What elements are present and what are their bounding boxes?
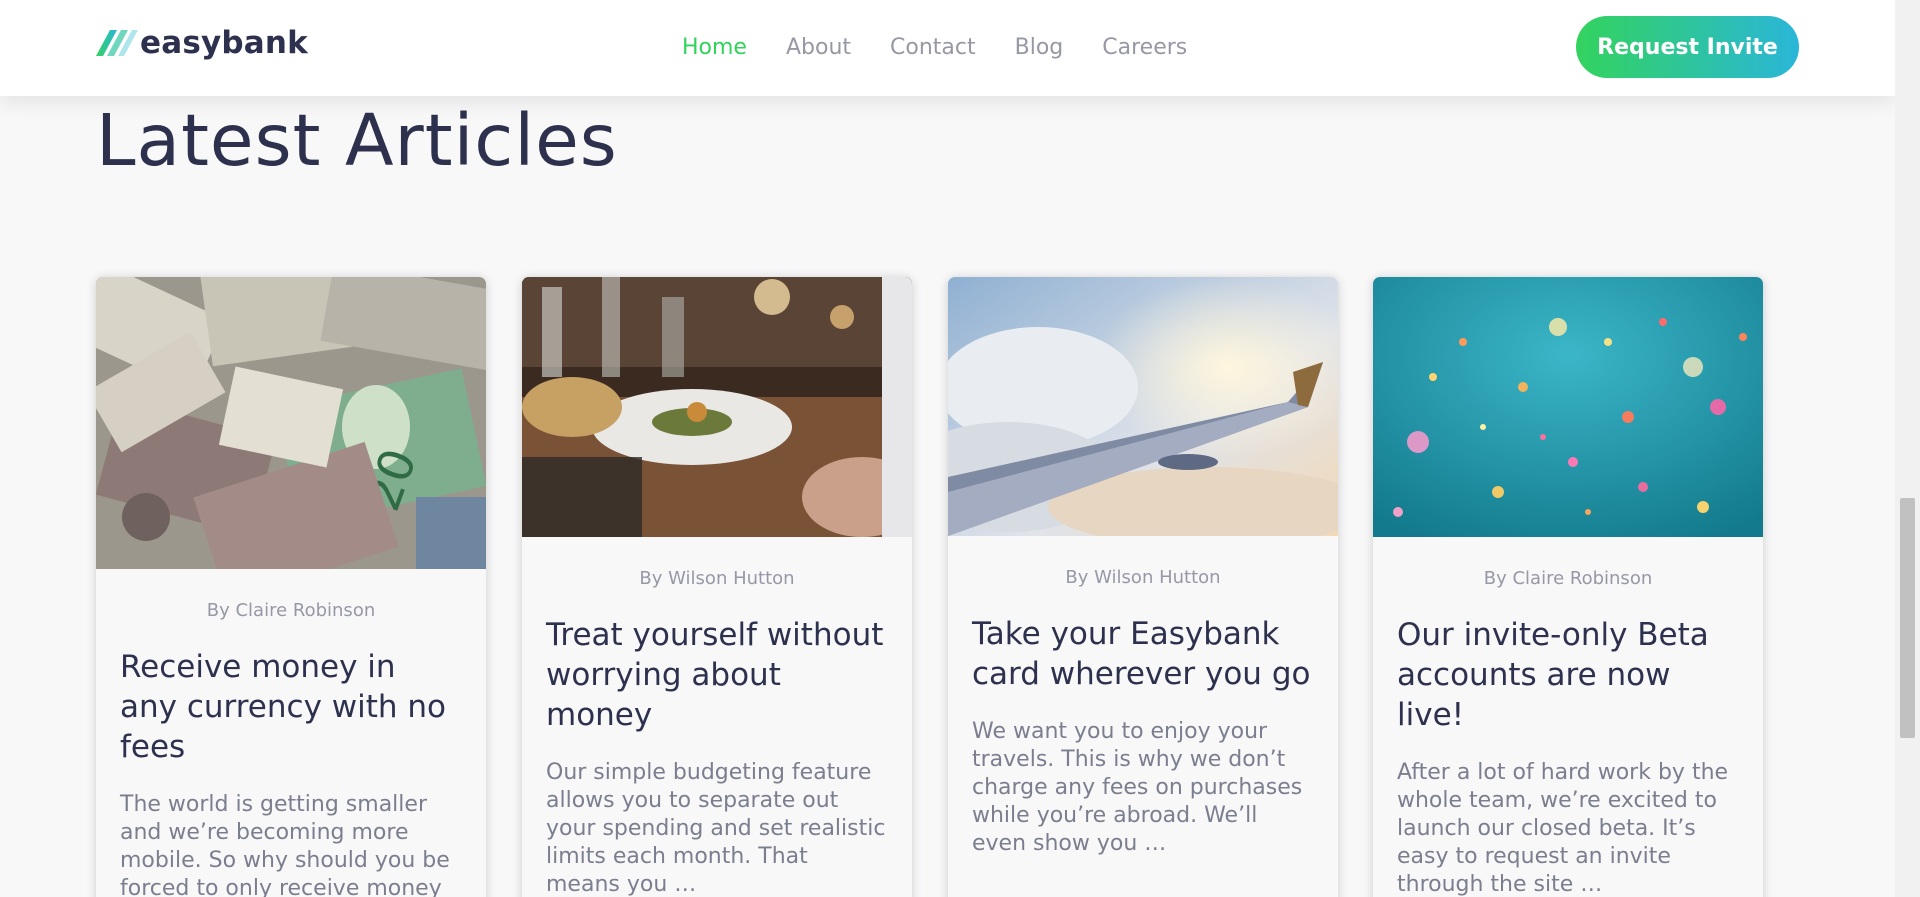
currency-photo: 20 (96, 277, 486, 569)
confetti-photo (1373, 277, 1763, 537)
card-author: By Claire Robinson (1483, 568, 1653, 589)
card-author: By Wilson Hutton (1065, 567, 1221, 588)
card-title[interactable]: Our invite-only Beta accounts are now li… (1397, 615, 1739, 735)
card-excerpt: After a lot of hard work by the whole te… (1397, 760, 1729, 897)
plane-photo (948, 277, 1338, 536)
section-title: Latest Articles (96, 99, 618, 182)
nav-link-careers[interactable]: Careers (1102, 33, 1187, 63)
easybank-logo-icon (96, 30, 138, 56)
card-author: By Wilson Hutton (639, 568, 795, 589)
card-excerpt: We want you to enjoy your travels. This … (972, 719, 1303, 856)
restaurant-photo (522, 277, 912, 537)
vertical-scrollbar[interactable] (1895, 0, 1920, 897)
card-title[interactable]: Take your Easybank card wherever you go (972, 614, 1314, 694)
article-card[interactable]: By Wilson Hutton Treat yourself without … (522, 277, 912, 897)
card-body: By Wilson Hutton Take your Easybank card… (948, 566, 1338, 858)
card-excerpt: Our simple budgeting feature allows you … (546, 760, 886, 897)
article-card[interactable]: By Wilson Hutton Take your Easybank card… (948, 277, 1338, 897)
site-header: easybank Home About Contact Blog Careers… (0, 0, 1895, 96)
nav-link-contact[interactable]: Contact (890, 33, 976, 63)
card-body: By Wilson Hutton Treat yourself without … (522, 567, 912, 897)
article-card[interactable]: By Claire Robinson Our invite-only Beta … (1373, 277, 1763, 897)
card-excerpt: The world is getting smaller and we’re b… (120, 792, 450, 897)
card-body: By Claire Robinson Receive money in any … (96, 599, 486, 897)
card-author: By Claire Robinson (206, 600, 376, 621)
main-nav: Home About Contact Blog Careers (682, 33, 1187, 63)
brand-name: easybank (140, 25, 308, 61)
article-card[interactable]: 20 By Claire Robinson Receive money in a… (96, 277, 486, 897)
nav-link-home[interactable]: Home (682, 33, 747, 63)
scrollbar-thumb[interactable] (1900, 498, 1915, 738)
nav-link-blog[interactable]: Blog (1015, 33, 1064, 63)
request-invite-button[interactable]: Request Invite (1576, 16, 1799, 78)
card-title[interactable]: Receive money in any currency with no fe… (120, 647, 462, 767)
nav-link-about[interactable]: About (786, 33, 851, 63)
page: easybank Home About Contact Blog Careers… (0, 0, 1895, 897)
logo[interactable]: easybank (96, 26, 308, 60)
card-body: By Claire Robinson Our invite-only Beta … (1373, 567, 1763, 897)
card-title[interactable]: Treat yourself without worrying about mo… (546, 615, 888, 735)
